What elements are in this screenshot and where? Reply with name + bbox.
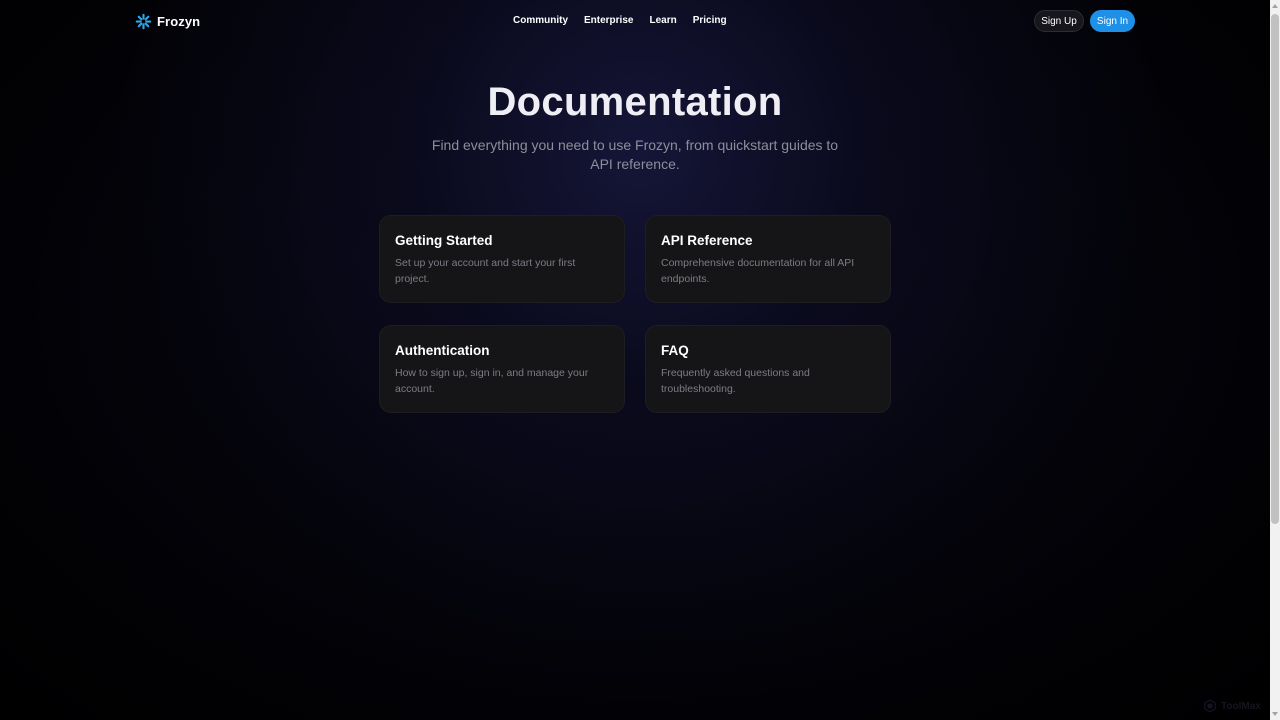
card-title: FAQ — [661, 343, 689, 358]
card-description: Set up your account and start your first… — [395, 257, 576, 285]
card-description: How to sign up, sign in, and manage your… — [395, 367, 589, 395]
auth-buttons: Sign Up Sign In — [1034, 10, 1135, 32]
scroll-up-arrow-icon[interactable] — [1272, 4, 1278, 8]
page-title: Documentation — [487, 80, 783, 124]
page-subtitle: Find everything you need to use Frozyn, … — [431, 137, 839, 172]
card-faq[interactable]: FAQ Frequently asked questions and troub… — [645, 325, 891, 413]
nav-link-community[interactable]: Community — [513, 15, 568, 26]
card-description: Comprehensive documentation for all API … — [661, 257, 855, 285]
nav-link-learn[interactable]: Learn — [649, 15, 676, 26]
sign-in-button[interactable]: Sign In — [1090, 10, 1135, 32]
scroll-down-arrow-icon[interactable] — [1272, 712, 1278, 716]
scrollbar-thumb[interactable] — [1271, 14, 1279, 524]
card-title: Authentication — [395, 343, 490, 358]
nav-link-pricing[interactable]: Pricing — [693, 15, 727, 26]
brand-logo[interactable]: Frozyn — [135, 12, 200, 30]
hexagon-logo-icon — [1204, 699, 1216, 713]
card-title: API Reference — [661, 233, 753, 248]
docs-card-grid: Getting Started Set up your account and … — [379, 215, 891, 413]
card-title: Getting Started — [395, 233, 493, 248]
top-navbar: Frozyn Community Enterprise Learn Pricin… — [0, 0, 1270, 42]
watermark: ToolMax — [1203, 699, 1261, 713]
snowflake-icon — [135, 13, 152, 29]
nav-link-enterprise[interactable]: Enterprise — [584, 15, 633, 26]
sign-up-button[interactable]: Sign Up — [1034, 10, 1084, 32]
card-api-reference[interactable]: API Reference Comprehensive documentatio… — [645, 215, 891, 303]
main-nav: Community Enterprise Learn Pricing — [513, 15, 727, 26]
watermark-text: ToolMax — [1221, 700, 1261, 712]
card-description: Frequently asked questions and troublesh… — [661, 367, 810, 395]
brand-name: Frozyn — [157, 13, 201, 29]
vertical-scrollbar[interactable] — [1270, 0, 1280, 720]
card-getting-started[interactable]: Getting Started Set up your account and … — [379, 215, 625, 303]
card-authentication[interactable]: Authentication How to sign up, sign in, … — [379, 325, 625, 413]
